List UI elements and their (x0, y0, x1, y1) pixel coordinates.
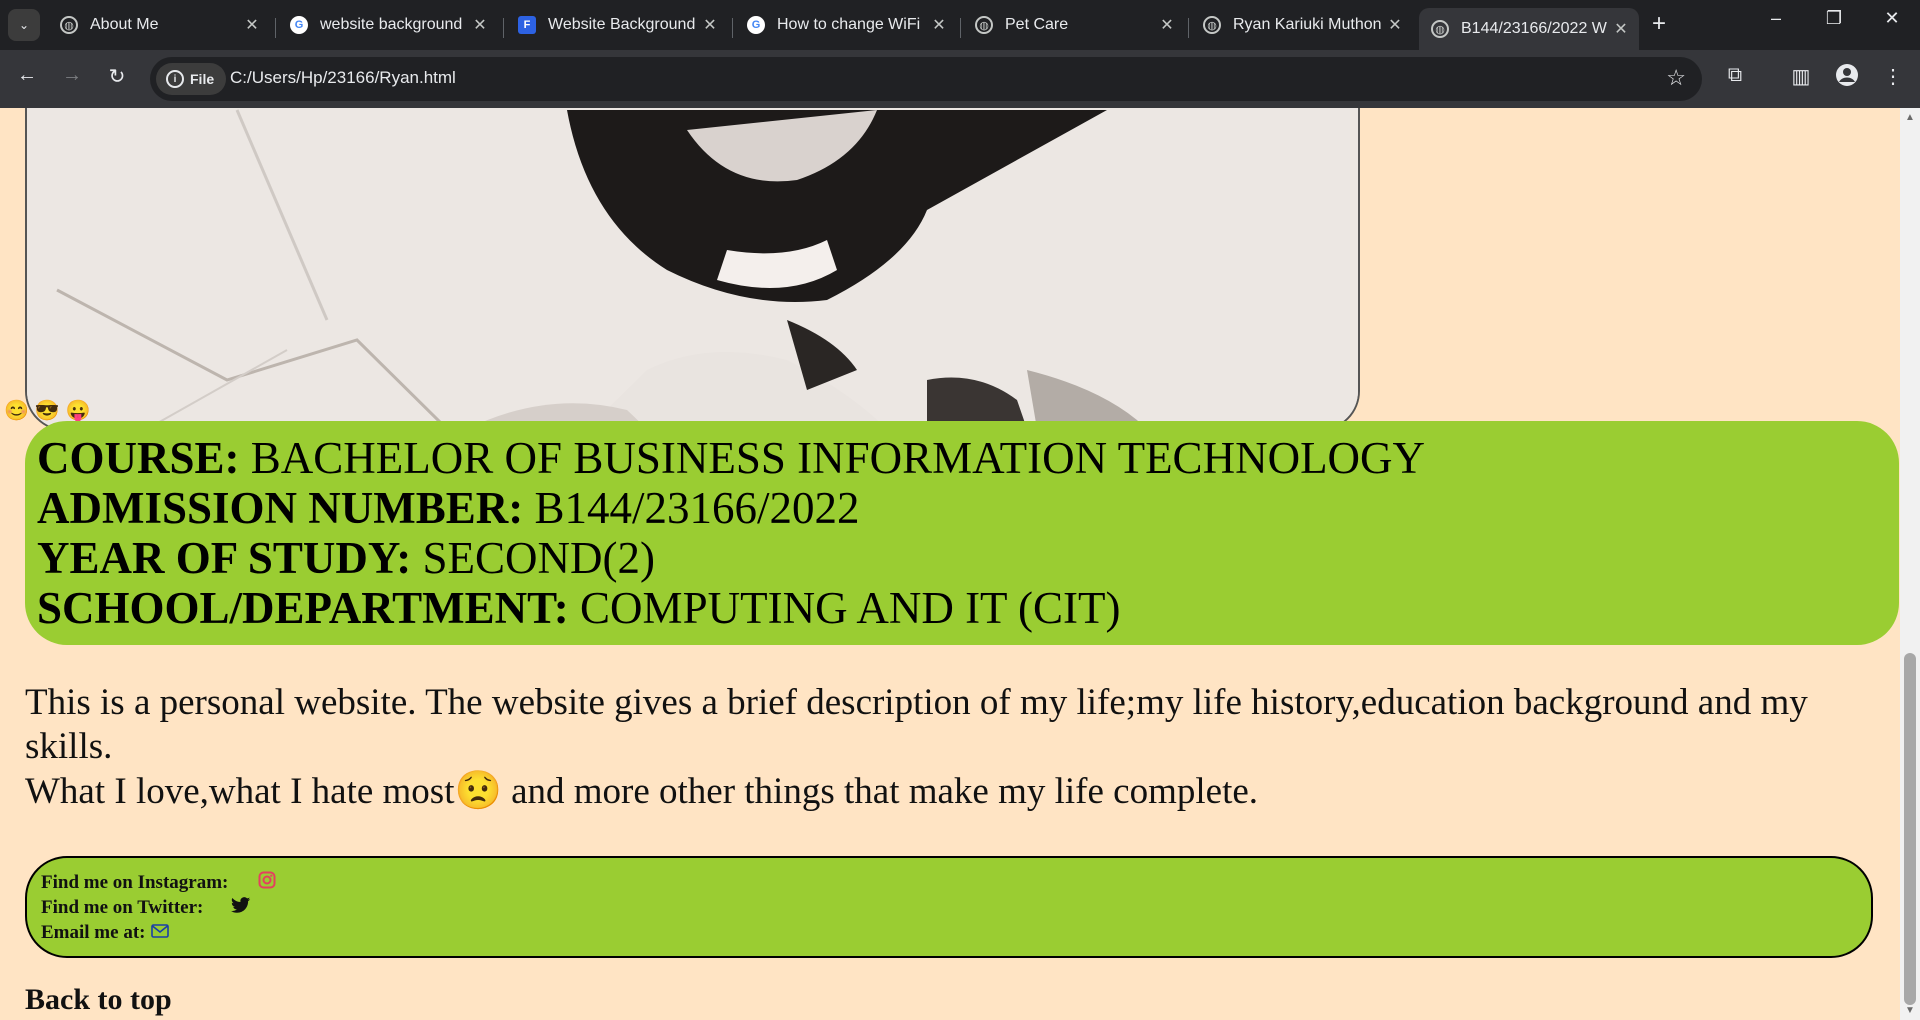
social-links-box: Find me on Instagram: Find me on Twitter… (25, 856, 1873, 958)
smiling-emoji: 😊 (4, 400, 29, 422)
tab-active-b144[interactable]: ◍ B144/23166/2022 W ✕ (1419, 8, 1639, 50)
close-icon[interactable]: ✕ (1157, 15, 1177, 35)
minimize-button[interactable]: – (1746, 8, 1806, 29)
course-row: COURSE: BACHELOR OF BUSINESS INFORMATION… (37, 433, 1887, 483)
tab-title: Pet Care (1005, 16, 1069, 33)
instagram-label: Find me on Instagram: (41, 872, 229, 893)
globe-icon: ◍ (975, 16, 993, 34)
close-icon[interactable]: ✕ (470, 15, 490, 35)
close-icon[interactable]: ✕ (242, 15, 262, 35)
twitter-icon[interactable] (231, 897, 251, 914)
tab-website-background[interactable]: F Website Background ✕ (506, 8, 728, 42)
description-line-2: What I love,what I hate most😟 and more o… (25, 769, 1875, 814)
tab-strip: ⌄ ◍ About Me ✕ G website background ✕ F … (0, 0, 1920, 50)
page-scrollbar[interactable]: ▲ ▼ (1900, 108, 1920, 1020)
new-tab-button[interactable]: + (1652, 10, 1666, 38)
back-button[interactable]: ← (12, 64, 42, 87)
profile-photo (25, 108, 1360, 431)
extensions-icon[interactable]: ⧉ (1720, 64, 1750, 87)
scroll-up-icon[interactable]: ▲ (1905, 112, 1915, 123)
close-icon[interactable]: ✕ (1611, 19, 1631, 39)
side-panel-icon[interactable]: ▥ (1786, 64, 1816, 89)
email-line: Email me at: (41, 920, 1857, 945)
globe-icon: ◍ (60, 16, 78, 34)
tab-title: B144/23166/2022 W (1461, 20, 1607, 37)
sunglasses-emoji: 😎 (34, 400, 60, 422)
browser-toolbar: ← → ↻ i File C:/Users/Hp/23166/Ryan.html… (0, 50, 1920, 108)
site-info-chip[interactable]: i File (156, 63, 227, 95)
twitter-line: Find me on Twitter: (41, 895, 1857, 920)
chevron-down-icon: ⌄ (18, 18, 30, 32)
year-row: YEAR OF STUDY: SECOND(2) (37, 533, 1887, 583)
back-to-top-link[interactable]: Back to top (25, 983, 172, 1017)
tab-ryan-kariuki[interactable]: ◍ Ryan Kariuki Muthon ✕ (1191, 8, 1413, 42)
admission-label: ADMISSION NUMBER: (37, 483, 524, 533)
info-icon: i (166, 70, 184, 88)
close-window-button[interactable]: ✕ (1862, 8, 1920, 29)
address-bar[interactable]: i File C:/Users/Hp/23166/Ryan.html ☆ (150, 57, 1702, 101)
description-line-2-start: What I love,what I hate most (25, 771, 455, 812)
year-value: SECOND(2) (411, 533, 655, 583)
browser-menu-icon[interactable]: ⋮ (1878, 64, 1908, 89)
close-icon[interactable]: ✕ (929, 15, 949, 35)
close-icon[interactable]: ✕ (700, 15, 720, 35)
description-line-1: This is a personal website. The website … (25, 682, 1808, 767)
tab-title: About Me (90, 16, 159, 33)
google-icon: G (290, 16, 308, 34)
description-line-2-end: and more other things that make my life … (501, 771, 1259, 812)
tab-divider (503, 18, 504, 38)
emoji-row: 😊 😎 😛 (4, 398, 91, 423)
tab-divider (960, 18, 961, 38)
instagram-icon[interactable] (258, 871, 276, 889)
tab-title: How to change WiFi (777, 16, 921, 33)
admission-value: B144/23166/2022 (523, 483, 860, 533)
admission-row: ADMISSION NUMBER: B144/23166/2022 (37, 483, 1887, 533)
tab-divider (1188, 18, 1189, 38)
bookmark-star-icon[interactable]: ☆ (1666, 65, 1686, 91)
close-icon[interactable]: ✕ (1385, 15, 1405, 35)
scrollbar-thumb[interactable] (1904, 653, 1916, 1005)
school-value: COMPUTING AND IT (CIT) (568, 583, 1121, 633)
instagram-line: Find me on Instagram: (41, 870, 1857, 895)
reload-button[interactable]: ↻ (102, 64, 132, 89)
page-viewport: 😊 😎 😛 COURSE: BACHELOR OF BUSINESS INFOR… (0, 108, 1900, 1020)
tab-title: Ryan Kariuki Muthon (1233, 16, 1382, 33)
tongue-emoji: 😛 (65, 400, 91, 422)
tab-divider (275, 18, 276, 38)
globe-icon: ◍ (1203, 16, 1221, 34)
worried-emoji: 😟 (454, 770, 502, 812)
school-label: SCHOOL/DEPARTMENT: (37, 583, 569, 633)
url-text[interactable]: C:/Users/Hp/23166/Ryan.html (230, 68, 456, 88)
year-label: YEAR OF STUDY: (37, 533, 412, 583)
site-description: This is a personal website. The website … (25, 681, 1875, 814)
course-value: BACHELOR OF BUSINESS INFORMATION TECHNOL… (239, 433, 1426, 483)
course-label: COURSE: (37, 433, 240, 483)
tab-about-me[interactable]: ◍ About Me ✕ (48, 8, 270, 42)
tab-search-button[interactable]: ⌄ (8, 9, 40, 41)
forms-icon: F (518, 16, 536, 34)
tab-divider (732, 18, 733, 38)
tab-how-to-change-wifi[interactable]: G How to change WiFi ✕ (735, 8, 957, 42)
profile-avatar-icon[interactable] (1832, 64, 1862, 92)
tab-website-background-search[interactable]: G website background ✕ (278, 8, 498, 42)
scroll-down-icon[interactable]: ▼ (1905, 1005, 1915, 1016)
twitter-label: Find me on Twitter: (41, 897, 204, 918)
tab-pet-care[interactable]: ◍ Pet Care ✕ (963, 8, 1185, 42)
email-label: Email me at: (41, 922, 146, 943)
file-chip-label: File (190, 71, 215, 87)
globe-icon: ◍ (1431, 20, 1449, 38)
google-icon: G (747, 16, 765, 34)
forward-button[interactable]: → (57, 64, 87, 87)
tab-title: website background (320, 16, 463, 33)
restore-button[interactable]: ❐ (1804, 8, 1864, 29)
tab-title: Website Background (548, 16, 696, 33)
student-details-box: COURSE: BACHELOR OF BUSINESS INFORMATION… (25, 421, 1899, 645)
school-row: SCHOOL/DEPARTMENT: COMPUTING AND IT (CIT… (37, 583, 1887, 633)
email-icon[interactable] (151, 923, 170, 938)
